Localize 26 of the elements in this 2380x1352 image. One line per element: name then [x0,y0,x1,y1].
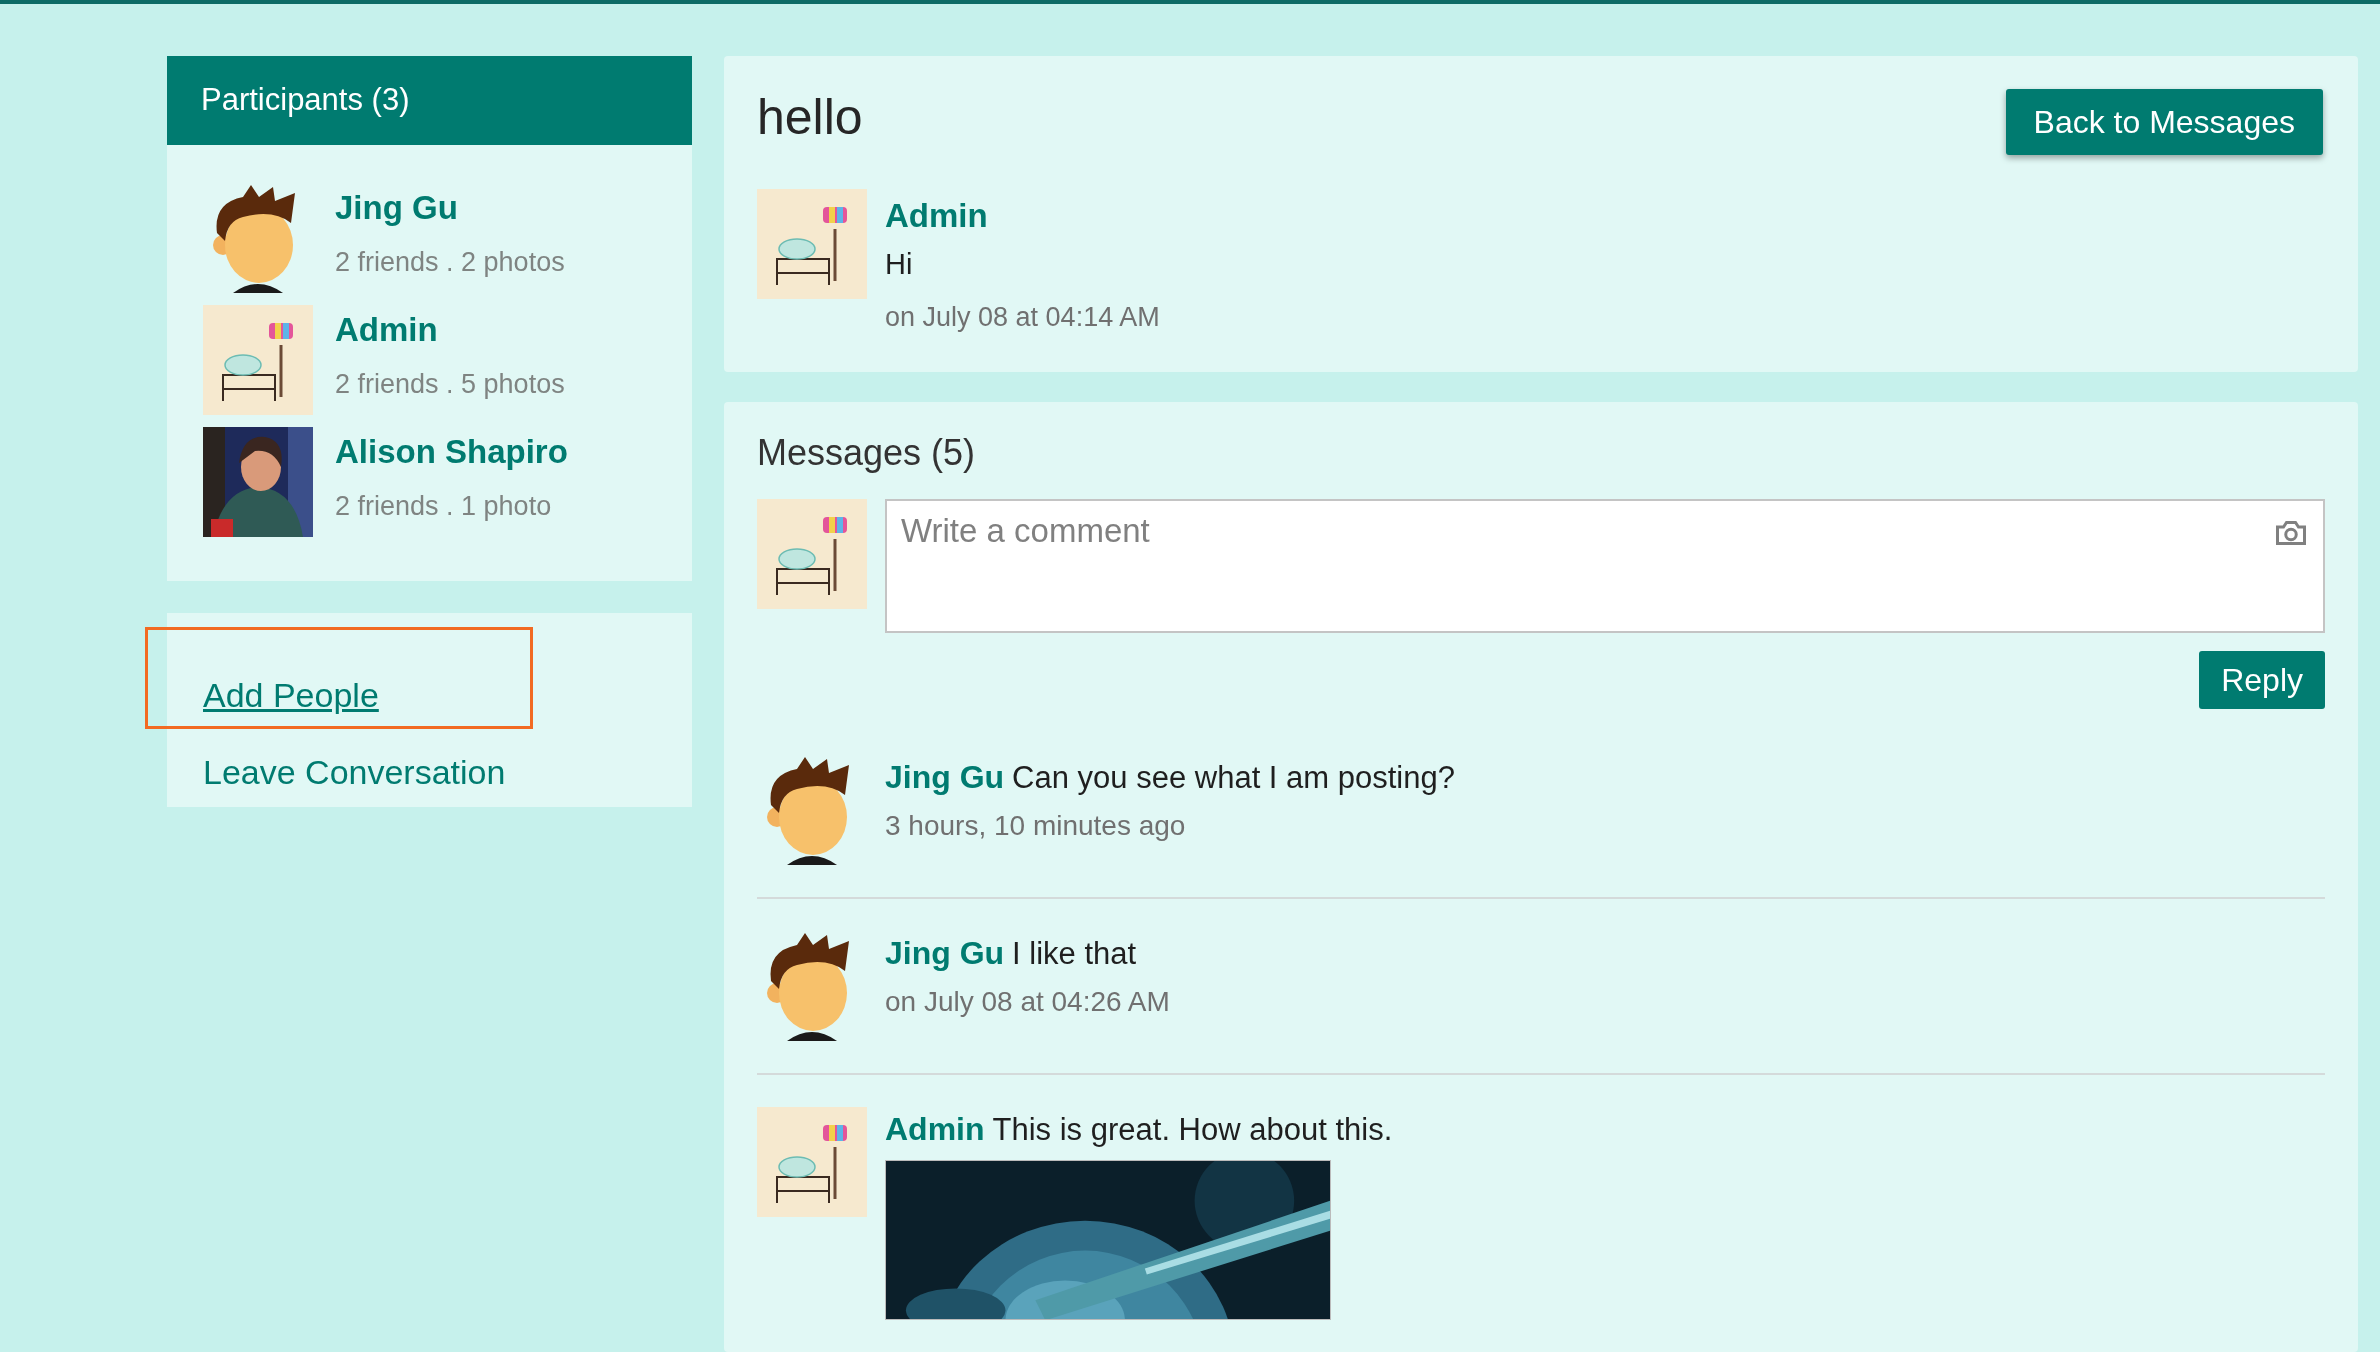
reply-button[interactable]: Reply [2199,651,2325,710]
action-link[interactable]: Leave Conversation [203,750,506,793]
comment-input[interactable]: Write a comment [887,501,2273,562]
panel-title: Participants (3) [201,81,410,120]
message-text: This is great. How about this. [992,1111,1393,1150]
message-text: Can you see what I am posting? [1012,759,1455,798]
message-time: on July 08 at 04:14 AM [885,300,1160,334]
message-text: I like that [1012,935,1137,974]
author-name[interactable]: Jing Gu [885,933,1005,974]
message-time: 3 hours, 10 minutes ago [885,809,1187,843]
participant-name[interactable]: Alison Shapiro [335,431,568,473]
message-time: on July 08 at 04:26 AM [885,985,1170,1019]
participant-name[interactable]: Jing Gu [335,187,565,229]
action-link[interactable]: Add People [203,673,379,716]
conversation-title: hello [757,88,863,147]
participant-stats: 2 friends . 5 photos [335,368,565,402]
author-name[interactable]: Admin [885,195,1160,237]
participant-stats: 2 friends . 1 photo [335,490,553,524]
author-name[interactable]: Admin [885,1109,985,1150]
author-name[interactable]: Jing Gu [885,757,1005,798]
back-button[interactable]: Back to Messages [2005,89,2323,155]
comment-field[interactable]: Write a comment [885,499,2325,634]
participant-stats: 2 friends . 2 photos [335,246,565,280]
participant-name[interactable]: Admin [335,309,565,351]
messages-title: Messages (5) [757,431,977,476]
message-text: Hi [885,247,914,283]
